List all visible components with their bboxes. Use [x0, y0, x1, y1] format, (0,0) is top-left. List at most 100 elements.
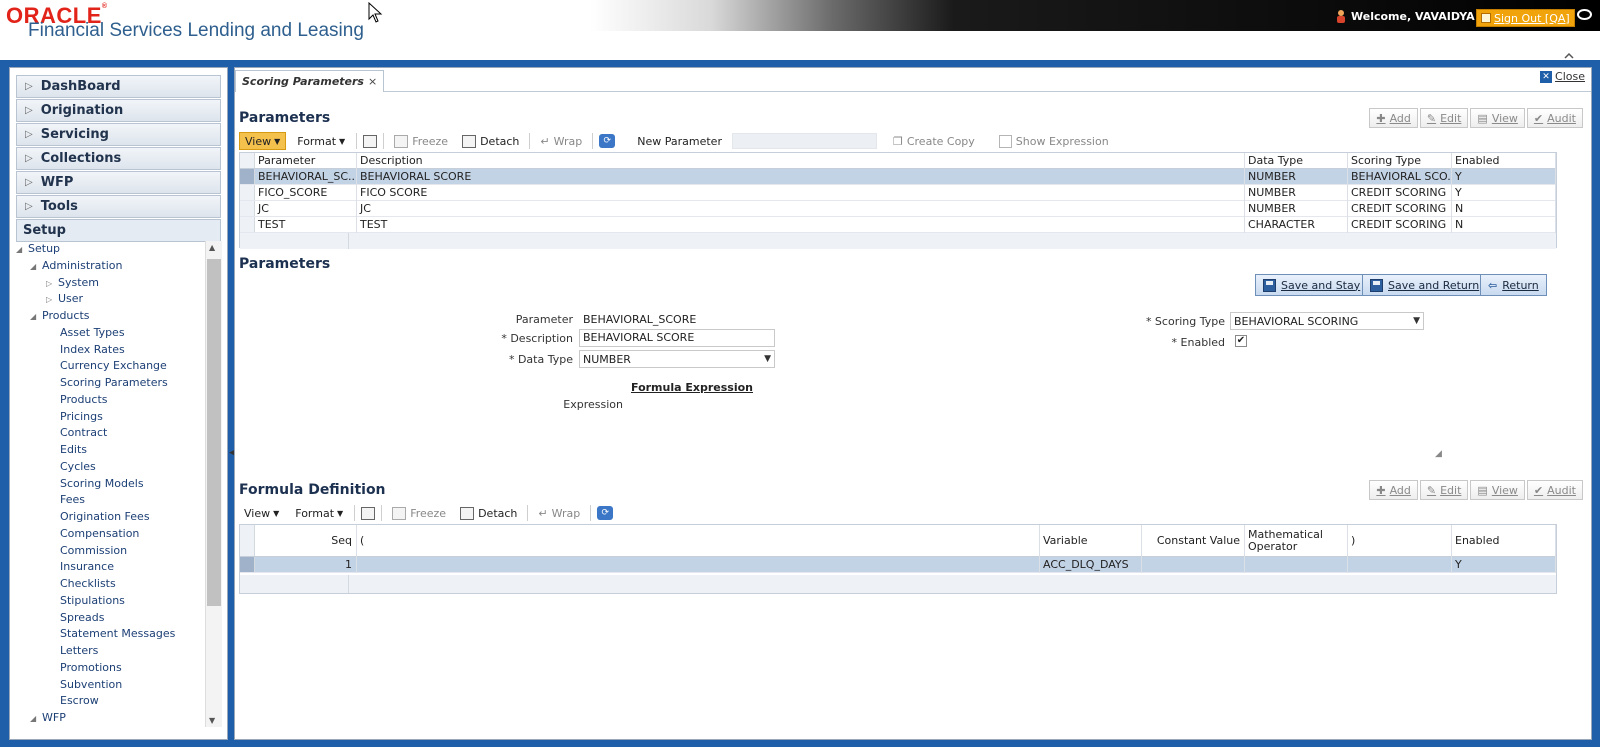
tree-node[interactable]: ▷ System — [16, 275, 214, 292]
tree-node[interactable]: ◢ Setup — [16, 241, 214, 258]
tree-node[interactable]: Currency Exchange — [16, 358, 214, 375]
refresh-icon[interactable]: ⟳ — [597, 506, 614, 520]
tree-node[interactable]: Products — [16, 392, 214, 409]
tree-toggle-icon[interactable]: ▷ — [46, 292, 58, 309]
data-type-select[interactable]: NUMBER ▼ — [579, 350, 775, 368]
ring-icon[interactable] — [1577, 9, 1592, 20]
expression-resize-grip-icon[interactable]: ◢ — [1435, 449, 1444, 459]
column-header[interactable]: Constant Value — [1142, 525, 1245, 557]
new-parameter-input[interactable] — [731, 133, 877, 149]
row-header-cell[interactable] — [240, 557, 255, 572]
tree-toggle-icon[interactable]: ◢ — [30, 309, 42, 326]
tree-node[interactable]: Fees — [16, 492, 214, 509]
column-header[interactable]: Seq — [255, 525, 357, 557]
table-row[interactable]: TEST TEST CHARACTER CREDIT SCORING N — [240, 217, 1556, 233]
tree-node[interactable]: Edits — [16, 442, 214, 459]
tree-scrollbar[interactable]: ▲ ▼ — [205, 241, 222, 727]
row-header-cell[interactable] — [240, 185, 255, 200]
formula-view-button[interactable]: ▤ View — [1470, 480, 1525, 500]
create-copy-button[interactable]: ❐ Create Copy — [889, 135, 979, 148]
tree-node[interactable]: Commission — [16, 543, 214, 560]
format-menu[interactable]: Format ▼ — [292, 132, 350, 150]
formula-audit-button[interactable]: ✔ Audit — [1526, 480, 1583, 500]
tree-node[interactable]: Letters — [16, 643, 214, 660]
column-header[interactable]: Description — [357, 153, 1245, 169]
tree-toggle-icon[interactable]: ▷ — [46, 276, 58, 293]
tree-node[interactable]: ▷ User — [16, 291, 214, 308]
show-expression-button[interactable]: Show Expression — [995, 134, 1113, 148]
column-header[interactable]: Mathematical Operator — [1245, 525, 1348, 557]
formula-detach-button[interactable]: Detach — [456, 506, 521, 520]
tree-node[interactable]: ◢ Administration — [16, 258, 214, 275]
welcome-menu[interactable]: Welcome, VAVAIDYA ▼ — [1335, 9, 1485, 23]
tree-node[interactable]: Compensation — [16, 526, 214, 543]
add-button[interactable]: ✚ Add — [1369, 108, 1418, 128]
detach-button[interactable]: Detach — [458, 134, 523, 148]
wrap-button[interactable]: ↵ Wrap — [536, 135, 586, 148]
column-header[interactable]: Enabled — [1452, 525, 1556, 557]
formula-freeze-button[interactable]: Freeze — [388, 506, 450, 520]
tree-toggle-icon[interactable]: ◢ — [30, 259, 42, 276]
tab-close-icon[interactable]: × — [368, 75, 377, 88]
nav-accordion-item[interactable]: ▷ Collections — [16, 147, 221, 170]
save-and-stay-button[interactable]: Save and Stay — [1255, 274, 1369, 296]
return-button[interactable]: ⇦ Return — [1480, 274, 1547, 296]
view-menu[interactable]: View ▼ — [239, 132, 287, 150]
tree-node[interactable]: Insurance — [16, 559, 214, 576]
tree-node[interactable]: Scoring Parameters — [16, 375, 214, 392]
table-row[interactable]: FICO_SCORE FICO SCORE NUMBER CREDIT SCORING… — [240, 185, 1556, 201]
column-header[interactable]: ( — [357, 525, 1040, 557]
refresh-icon[interactable]: ⟳ — [599, 134, 616, 148]
edit-button[interactable]: ✎ Edit — [1419, 108, 1469, 128]
tree-node[interactable]: Cycles — [16, 459, 214, 476]
formula-edit-button[interactable]: ✎ Edit — [1419, 480, 1469, 500]
scroll-up-icon[interactable]: ▲ — [209, 243, 215, 252]
close-button[interactable]: ✕ Close — [1540, 70, 1585, 83]
sign-out-button[interactable]: Sign Out [QA] — [1476, 9, 1575, 27]
table-row[interactable]: 1 ACC_DLQ_DAYS Y — [240, 557, 1556, 573]
freeze-button[interactable]: Freeze — [390, 134, 452, 148]
tree-node[interactable]: Pricings — [16, 409, 214, 426]
row-header-cell[interactable] — [240, 217, 255, 232]
tree-node[interactable]: Origination Fees — [16, 509, 214, 526]
tree-node[interactable]: Escrow — [16, 693, 214, 710]
save-and-return-button[interactable]: Save and Return — [1362, 274, 1488, 296]
audit-button[interactable]: ✔ Audit — [1526, 108, 1583, 128]
tree-node[interactable]: Stipulations — [16, 593, 214, 610]
tree-node[interactable]: Asset Types — [16, 325, 214, 342]
scroll-down-icon[interactable]: ▼ — [209, 716, 215, 725]
column-header[interactable]: Data Type — [1245, 153, 1348, 169]
formula-format-menu[interactable]: Format ▼ — [290, 504, 348, 522]
tree-node[interactable]: Index Rates — [16, 342, 214, 359]
tree-node[interactable]: Promotions — [16, 660, 214, 677]
tree-node[interactable]: Contract — [16, 425, 214, 442]
tree-toggle-icon[interactable]: ◢ — [16, 242, 28, 259]
nav-accordion-item[interactable]: ▷ Tools — [16, 195, 221, 218]
column-header[interactable]: Enabled — [1452, 153, 1556, 169]
enabled-checkbox[interactable]: ✔ — [1235, 335, 1247, 347]
export-icon[interactable] — [363, 134, 378, 148]
nav-accordion-item[interactable]: ▷ WFP — [16, 171, 221, 194]
description-input[interactable]: BEHAVIORAL SCORE — [579, 329, 775, 347]
tree-node[interactable]: ◢ Products — [16, 308, 214, 325]
tree-node[interactable]: Statement Messages — [16, 626, 214, 643]
tab-scoring-parameters[interactable]: Scoring Parameters × — [235, 70, 385, 92]
view-button[interactable]: ▤ View — [1470, 108, 1525, 128]
nav-accordion-item[interactable]: ▷ DashBoard — [16, 75, 221, 98]
nav-accordion-setup[interactable]: Setup — [16, 219, 221, 242]
formula-view-menu[interactable]: View ▼ — [239, 504, 284, 522]
tree-node[interactable]: Scoring Models — [16, 476, 214, 493]
tree-scrollbar-thumb[interactable] — [207, 259, 221, 606]
tree-node[interactable]: Subvention — [16, 677, 214, 694]
row-header-cell[interactable] — [240, 169, 255, 184]
column-header[interactable]: ) — [1348, 525, 1452, 557]
formula-wrap-button[interactable]: ↵ Wrap — [534, 507, 584, 520]
tree-node[interactable]: ◢ WFP — [16, 710, 214, 727]
table-row[interactable]: JC JC NUMBER CREDIT SCORING N — [240, 201, 1556, 217]
table-row[interactable]: BEHAVIORAL_SC... BEHAVIORAL SCORE NUMBER BE… — [240, 169, 1556, 185]
tree-toggle-icon[interactable]: ◢ — [30, 711, 42, 727]
tree-node[interactable]: Spreads — [16, 610, 214, 627]
column-header[interactable]: Variable — [1040, 525, 1142, 557]
export-icon[interactable] — [361, 506, 376, 520]
collapse-header-icon[interactable] — [1562, 52, 1576, 60]
